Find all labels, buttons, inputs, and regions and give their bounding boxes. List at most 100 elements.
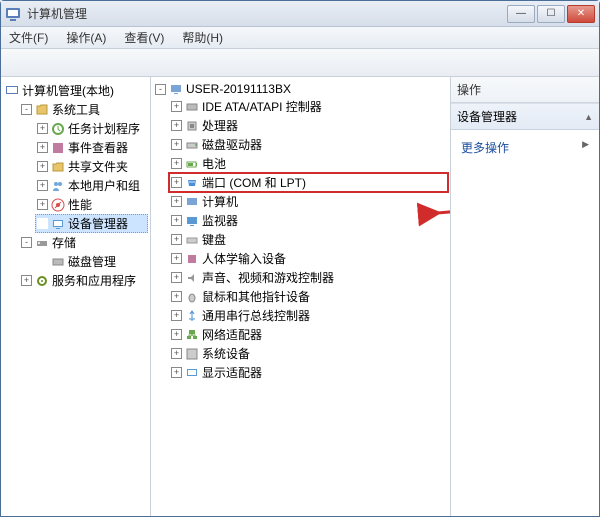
no-toggle bbox=[37, 218, 48, 229]
menu-file[interactable]: 文件(F) bbox=[5, 27, 52, 48]
cat-usb[interactable]: + 通用串行总线控制器 bbox=[169, 306, 448, 325]
cat-hid[interactable]: + 人体学输入设备 bbox=[169, 249, 448, 268]
cat-ports[interactable]: +端口 (COM 和 LPT) bbox=[169, 173, 448, 192]
label: 鼠标和其他指针设备 bbox=[202, 288, 310, 305]
cat-sound[interactable]: +声音、视频和游戏控制器 bbox=[169, 268, 448, 287]
disk-icon bbox=[51, 255, 65, 269]
expand-icon[interactable]: + bbox=[171, 196, 182, 207]
cat-network[interactable]: +网络适配器 bbox=[169, 325, 448, 344]
perf-icon bbox=[51, 198, 65, 212]
cat-display[interactable]: + 显示适配器 bbox=[169, 363, 448, 382]
cat-battery[interactable]: +电池 bbox=[169, 154, 448, 173]
tree-local-users[interactable]: + 本地用户和组 bbox=[35, 176, 148, 195]
label: IDE ATA/ATAPI 控制器 bbox=[202, 98, 322, 115]
expand-icon[interactable]: + bbox=[37, 142, 48, 153]
menu-action[interactable]: 操作(A) bbox=[62, 27, 110, 48]
actions-section[interactable]: 设备管理器 ▲ bbox=[451, 103, 599, 130]
cat-monitor[interactable]: + 监视器 bbox=[169, 211, 448, 230]
menu-help[interactable]: 帮助(H) bbox=[178, 27, 227, 48]
label: 设备管理器 bbox=[68, 215, 128, 232]
scheduler-icon bbox=[51, 122, 65, 136]
window-buttons: — ☐ ✕ bbox=[507, 5, 595, 23]
ide-icon bbox=[185, 100, 199, 114]
label: 人体学输入设备 bbox=[202, 250, 286, 267]
port-icon bbox=[185, 176, 199, 190]
expand-icon[interactable]: + bbox=[171, 139, 182, 150]
menu-view[interactable]: 查看(V) bbox=[120, 27, 168, 48]
label: 任务计划程序 bbox=[68, 120, 140, 137]
tree-task-scheduler[interactable]: + 任务计划程序 bbox=[35, 119, 148, 138]
mgmt-icon bbox=[5, 84, 19, 98]
usb-icon bbox=[185, 309, 199, 323]
tree-device-manager[interactable]: 设备管理器 bbox=[35, 214, 148, 233]
tree-shared-folders[interactable]: + 共享文件夹 bbox=[35, 157, 148, 176]
cat-system-devices[interactable]: + 系统设备 bbox=[169, 344, 448, 363]
cat-mouse[interactable]: + 鼠标和其他指针设备 bbox=[169, 287, 448, 306]
tree-event-viewer[interactable]: + 事件查看器 bbox=[35, 138, 148, 157]
tree-system-tools[interactable]: - 系统工具 bbox=[19, 100, 148, 119]
titlebar: 计算机管理 — ☐ ✕ bbox=[1, 1, 599, 27]
close-button[interactable]: ✕ bbox=[567, 5, 595, 23]
expand-icon[interactable]: + bbox=[21, 275, 32, 286]
device-root[interactable]: - USER-20191113BX bbox=[153, 81, 448, 97]
cat-computer[interactable]: + 计算机 bbox=[169, 192, 448, 211]
expand-icon[interactable]: + bbox=[171, 101, 182, 112]
expand-icon[interactable]: + bbox=[171, 158, 182, 169]
toolbar bbox=[1, 49, 599, 77]
label: 存储 bbox=[52, 234, 76, 251]
no-toggle bbox=[37, 256, 48, 267]
actions-section-label: 设备管理器 bbox=[457, 108, 517, 125]
expand-icon[interactable]: + bbox=[37, 199, 48, 210]
maximize-button[interactable]: ☐ bbox=[537, 5, 565, 23]
label: 事件查看器 bbox=[68, 139, 128, 156]
minimize-button[interactable]: — bbox=[507, 5, 535, 23]
expand-icon[interactable]: + bbox=[171, 120, 182, 131]
cat-keyboard[interactable]: +键盘 bbox=[169, 230, 448, 249]
label: 系统设备 bbox=[202, 345, 250, 362]
expand-icon[interactable]: + bbox=[37, 123, 48, 134]
mgmt-tree: 计算机管理(本地) - 系统工具 + 任务计划程序 + 事件查看器 bbox=[3, 81, 148, 290]
label: 系统工具 bbox=[52, 101, 100, 118]
tools-icon bbox=[35, 103, 49, 117]
cpu-icon bbox=[185, 119, 199, 133]
expand-icon[interactable]: + bbox=[171, 310, 182, 321]
expand-icon[interactable]: + bbox=[171, 215, 182, 226]
expand-icon[interactable]: + bbox=[171, 291, 182, 302]
label: 本地用户和组 bbox=[68, 177, 140, 194]
expand-icon[interactable]: + bbox=[171, 272, 182, 283]
collapse-icon[interactable]: - bbox=[155, 84, 166, 95]
tree-services-apps[interactable]: + 服务和应用程序 bbox=[19, 271, 148, 290]
action-more[interactable]: 更多操作 ▶ bbox=[461, 136, 589, 159]
label: 处理器 bbox=[202, 117, 238, 134]
expand-icon[interactable]: + bbox=[171, 348, 182, 359]
expand-icon[interactable]: + bbox=[37, 180, 48, 191]
tree-performance[interactable]: +性能 bbox=[35, 195, 148, 214]
cat-disk[interactable]: +磁盘驱动器 bbox=[169, 135, 448, 154]
expand-icon[interactable]: + bbox=[171, 253, 182, 264]
label: 共享文件夹 bbox=[68, 158, 128, 175]
label: 监视器 bbox=[202, 212, 238, 229]
expand-icon[interactable]: + bbox=[171, 329, 182, 340]
label: 计算机 bbox=[202, 193, 238, 210]
app-icon bbox=[5, 6, 21, 22]
actions-header: 操作 bbox=[451, 77, 599, 103]
tree-storage[interactable]: - 存储 bbox=[19, 233, 148, 252]
label: 通用串行总线控制器 bbox=[202, 307, 310, 324]
label: 显示适配器 bbox=[202, 364, 262, 381]
expand-icon[interactable]: + bbox=[37, 161, 48, 172]
computer-icon bbox=[169, 82, 183, 96]
actions-links: 更多操作 ▶ bbox=[451, 130, 599, 165]
tree-root[interactable]: 计算机管理(本地) bbox=[3, 81, 148, 100]
expand-icon[interactable]: + bbox=[171, 177, 182, 188]
cat-processor[interactable]: + 处理器 bbox=[169, 116, 448, 135]
tree-disk-management[interactable]: 磁盘管理 bbox=[35, 252, 148, 271]
expand-icon[interactable]: + bbox=[171, 367, 182, 378]
cat-ide[interactable]: + IDE ATA/ATAPI 控制器 bbox=[169, 97, 448, 116]
services-icon bbox=[35, 274, 49, 288]
expand-icon[interactable]: + bbox=[171, 234, 182, 245]
collapse-icon[interactable]: - bbox=[21, 237, 32, 248]
collapse-icon[interactable]: - bbox=[21, 104, 32, 115]
display-icon bbox=[185, 366, 199, 380]
keyboard-icon bbox=[185, 233, 199, 247]
battery-icon bbox=[185, 157, 199, 171]
